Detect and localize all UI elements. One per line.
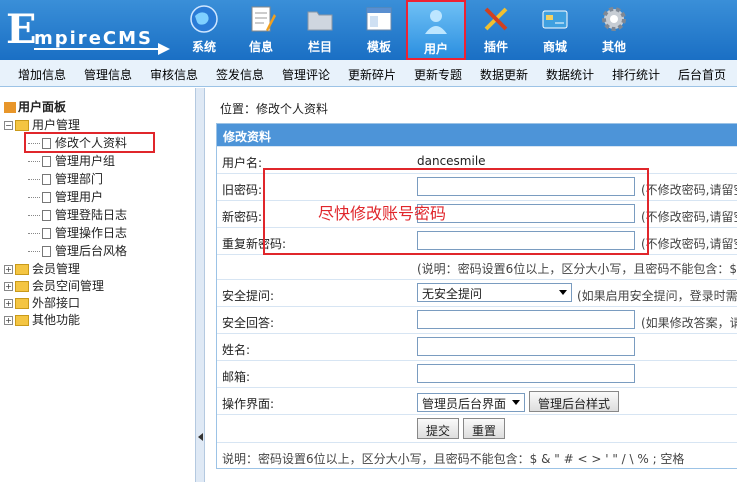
email-input[interactable]: [417, 364, 635, 383]
nav-system[interactable]: 系统: [174, 0, 234, 60]
collapse-icon[interactable]: −: [4, 121, 13, 130]
tree-item-manage-department[interactable]: 管理部门: [28, 170, 103, 187]
submit-button[interactable]: 提交: [417, 418, 460, 439]
nav-info[interactable]: 信息: [231, 0, 291, 60]
sidebar-splitter[interactable]: [195, 88, 205, 482]
user-panel-title: 用户面板: [4, 98, 66, 115]
breadcrumb: 位置：修改个人资料: [220, 102, 329, 116]
gear-icon: [602, 7, 626, 31]
logo-text: mpireCMS: [34, 28, 153, 49]
form-header: 修改资料: [217, 124, 737, 146]
nav-column[interactable]: 栏目: [290, 0, 350, 60]
logo-initial: E: [6, 6, 37, 53]
row-actions: 提交 重置: [217, 414, 737, 442]
tree-group-other-functions[interactable]: + 其他功能: [4, 311, 80, 328]
logo-underline: [34, 48, 164, 50]
quick-manage-comments[interactable]: 管理评论: [282, 66, 330, 83]
username-value: dancesmile: [417, 154, 486, 168]
expand-icon[interactable]: +: [4, 282, 13, 291]
row-admin-ui: 操作界面: 管理员后台界面 管理后台样式: [217, 387, 737, 414]
folder-icon: [15, 120, 29, 131]
tree-group-user-manage[interactable]: − 用户管理: [4, 116, 80, 133]
empirecms-logo[interactable]: E mpireCMS: [6, 6, 171, 55]
row-password-rule: (说明：密码设置6位以上，区分大小写，且密码不能包含：$: [217, 254, 737, 279]
document-pen-icon: [251, 6, 276, 32]
quick-admin-home[interactable]: 后台首页: [678, 66, 726, 83]
tree-item-admin-style[interactable]: 管理后台风格: [28, 242, 127, 259]
annotation-change-password: 尽快修改账号密码: [318, 204, 447, 223]
quick-manage-info[interactable]: 管理信息: [84, 66, 132, 83]
admin-ui-select[interactable]: 管理员后台界面: [417, 393, 525, 412]
tree-item-manage-usergroup[interactable]: 管理用户组: [28, 152, 115, 169]
nav-template[interactable]: 模板: [349, 0, 409, 60]
quick-data-update[interactable]: 数据更新: [480, 66, 528, 83]
nav-plugin[interactable]: 插件: [466, 0, 526, 60]
logo-arrow: [158, 43, 170, 55]
expand-icon[interactable]: +: [4, 265, 13, 274]
expand-icon[interactable]: +: [4, 299, 13, 308]
folder-icon: [307, 11, 333, 31]
collapse-arrow-icon[interactable]: [198, 433, 203, 441]
nav-shop[interactable]: 商城: [525, 0, 585, 60]
row-footer-note: 说明：密码设置6位以上，区分大小写，且密码不能包含：$ & " # < > ' …: [217, 442, 737, 468]
name-input[interactable]: [417, 337, 635, 356]
folder-icon: [15, 281, 29, 292]
security-answer-input[interactable]: [417, 310, 635, 329]
quick-data-stats[interactable]: 数据统计: [546, 66, 594, 83]
tree-item-manage-users[interactable]: 管理用户: [28, 188, 103, 205]
window-template-icon: [366, 7, 392, 31]
tree-item-login-log[interactable]: 管理登陆日志: [28, 206, 127, 223]
page-icon: [42, 156, 51, 167]
card-icon: [542, 10, 568, 29]
quick-menu-bar: 增加信息 管理信息 审核信息 签发信息 管理评论 更新碎片 更新专题 数据更新 …: [0, 60, 737, 87]
tools-icon: [484, 7, 508, 31]
sidebar-tree: 用户面板 − 用户管理 修改个人资料 管理用户组 管理部门 管理用户 管理登陆日志…: [0, 88, 195, 482]
tree-group-member-manage[interactable]: + 会员管理: [4, 260, 80, 277]
page-icon: [42, 192, 51, 203]
admin-style-button[interactable]: 管理后台样式: [529, 391, 620, 412]
page-icon: [42, 246, 51, 257]
highlight-box-edit-profile: [24, 132, 155, 153]
quick-add-info[interactable]: 增加信息: [18, 66, 66, 83]
folder-icon: [15, 264, 29, 275]
dropdown-arrow-icon: [512, 400, 520, 405]
home-icon: [4, 102, 16, 113]
tree-item-operation-log[interactable]: 管理操作日志: [28, 224, 127, 241]
nav-other[interactable]: 其他: [584, 0, 644, 60]
tree-group-member-space[interactable]: + 会员空间管理: [4, 277, 104, 294]
tree-group-external-api[interactable]: + 外部接口: [4, 294, 80, 311]
row-security-question: 安全提问: 无安全提问 (如果启用安全提问，登录时需: [217, 279, 737, 306]
quick-review-info[interactable]: 审核信息: [150, 66, 198, 83]
user-icon: [425, 10, 447, 34]
row-email: 邮箱:: [217, 360, 737, 387]
nav-user[interactable]: 用户: [406, 0, 466, 60]
quick-rank-stats[interactable]: 排行统计: [612, 66, 660, 83]
security-question-select[interactable]: 无安全提问: [417, 283, 572, 302]
quick-update-topics[interactable]: 更新专题: [414, 66, 462, 83]
row-name: 姓名:: [217, 333, 737, 360]
expand-icon[interactable]: +: [4, 316, 13, 325]
main-content: 位置：修改个人资料 修改资料 用户名: dancesmile 旧密码: (不修改…: [206, 88, 737, 482]
page-icon: [42, 174, 51, 185]
page-icon: [42, 210, 51, 221]
folder-icon: [15, 298, 29, 309]
dropdown-arrow-icon: [559, 290, 567, 295]
reset-button[interactable]: 重置: [463, 418, 506, 439]
globe-icon: [190, 5, 218, 33]
top-header: E mpireCMS 系统 信息 栏目 模板 用户 插件 商城 其他: [0, 0, 737, 60]
folder-icon: [15, 315, 29, 326]
row-security-answer: 安全回答: (如果修改答案，请: [217, 306, 737, 333]
quick-sign-info[interactable]: 签发信息: [216, 66, 264, 83]
quick-update-fragments[interactable]: 更新碎片: [348, 66, 396, 83]
page-icon: [42, 228, 51, 239]
